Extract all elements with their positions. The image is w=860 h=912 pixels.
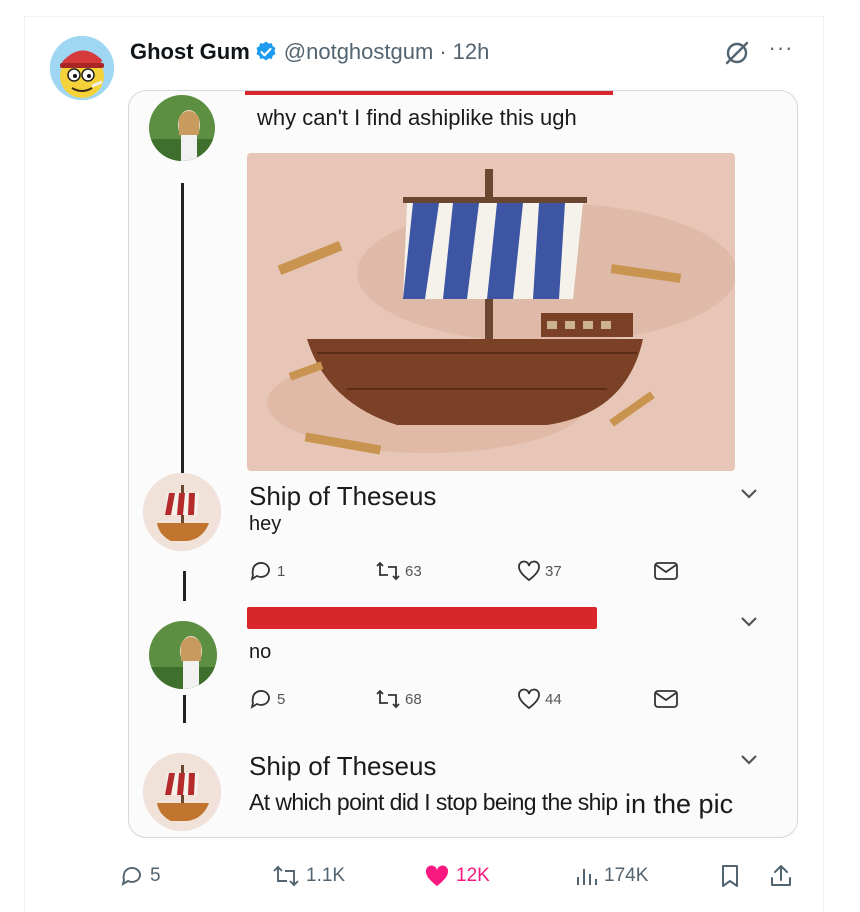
reply1-chevron-down-icon bbox=[741, 489, 757, 499]
grok-icon[interactable] bbox=[722, 38, 752, 68]
reply1-like-count: 37 bbox=[545, 562, 562, 580]
thread-line-1 bbox=[181, 183, 184, 479]
reply2-chevron-down-icon bbox=[741, 617, 757, 627]
reply3-text: At which point did I stop being the ship bbox=[249, 789, 618, 815]
verified-badge-icon[interactable] bbox=[254, 40, 278, 64]
reply-icon bbox=[121, 867, 141, 886]
share-icon bbox=[771, 865, 791, 886]
author-handle[interactable]: @notghostgum bbox=[284, 39, 434, 65]
views-count: 174K bbox=[604, 865, 649, 886]
views-button[interactable]: 174K bbox=[574, 858, 648, 894]
envelope-icon bbox=[654, 690, 678, 708]
retweet-icon bbox=[376, 561, 400, 581]
reply1-like-action: 37 bbox=[517, 560, 562, 582]
reply1-retweet-action: 63 bbox=[375, 560, 422, 582]
reply2-dm-action bbox=[653, 688, 679, 710]
reply-count: 5 bbox=[150, 865, 161, 886]
reply3-text-tail: in the pic bbox=[625, 789, 734, 819]
reply-icon bbox=[250, 690, 270, 709]
girl-avatar-top bbox=[149, 95, 215, 161]
girl-avatar-reply2 bbox=[149, 621, 217, 689]
reply2-like-action: 44 bbox=[517, 688, 562, 710]
reply1-reply-count: 1 bbox=[277, 562, 286, 580]
bookmark-icon bbox=[722, 865, 738, 887]
tweet-action-bar: 5 1.1K 12K 174K bbox=[120, 858, 810, 894]
reply3-chevron-down-icon bbox=[741, 755, 757, 765]
reply1-author-name: Ship of Theseus bbox=[249, 481, 437, 511]
bookmark-button[interactable] bbox=[718, 858, 742, 894]
top-post-text: why can't I find ashiplike this ugh bbox=[257, 105, 577, 130]
cartoon-face-icon bbox=[50, 36, 114, 100]
ship-avatar-3 bbox=[143, 753, 221, 831]
reply-button[interactable]: 5 bbox=[120, 858, 161, 894]
retweet-icon bbox=[273, 865, 299, 887]
reply1-reply-action: 1 bbox=[249, 560, 285, 582]
reply1-actions: 1 63 37 bbox=[249, 559, 709, 583]
red-censor-bar-reply2 bbox=[247, 607, 597, 629]
author-avatar[interactable] bbox=[50, 36, 114, 100]
tweet-timestamp[interactable]: 12h bbox=[453, 39, 490, 65]
views-icon bbox=[577, 869, 597, 885]
ship-avatar-1 bbox=[143, 473, 221, 551]
heart-icon bbox=[518, 688, 540, 710]
reply2-text: no bbox=[249, 641, 272, 663]
retweet-icon bbox=[376, 689, 400, 709]
reply2-like-count: 44 bbox=[545, 690, 562, 708]
reply1-text: hey bbox=[249, 513, 282, 535]
reply1-retweet-count: 63 bbox=[405, 562, 422, 580]
reply2-reply-action: 5 bbox=[249, 688, 285, 710]
envelope-icon bbox=[654, 562, 678, 580]
reply-icon bbox=[250, 562, 270, 581]
reply2-retweet-count: 68 bbox=[405, 690, 422, 708]
heart-icon bbox=[425, 865, 449, 886]
tweet-header: Ghost Gum @notghostgum · 12h bbox=[130, 38, 489, 66]
reply2-actions: 5 68 44 bbox=[249, 687, 709, 711]
ship-illustration bbox=[247, 153, 735, 471]
reply2-reply-count: 5 bbox=[277, 690, 286, 708]
more-icon[interactable]: ··· bbox=[764, 36, 798, 66]
tweet-media-image[interactable]: why can't I find ashiplike this ugh Ship… bbox=[128, 90, 798, 838]
like-count: 12K bbox=[456, 865, 490, 886]
thread-line-2 bbox=[183, 571, 186, 601]
reply1-dm-action bbox=[653, 560, 679, 582]
retweet-count: 1.1K bbox=[306, 865, 346, 886]
heart-icon bbox=[518, 560, 540, 582]
reply3-author-name: Ship of Theseus bbox=[249, 751, 437, 781]
like-button[interactable]: 12K bbox=[424, 858, 490, 894]
share-button[interactable] bbox=[768, 858, 794, 894]
reply2-retweet-action: 68 bbox=[375, 688, 422, 710]
separator-dot: · bbox=[439, 39, 447, 64]
red-censor-bar-top bbox=[245, 91, 613, 95]
thread-line-3 bbox=[183, 695, 186, 723]
author-name[interactable]: Ghost Gum bbox=[130, 39, 250, 65]
retweet-button[interactable]: 1.1K bbox=[272, 858, 345, 894]
